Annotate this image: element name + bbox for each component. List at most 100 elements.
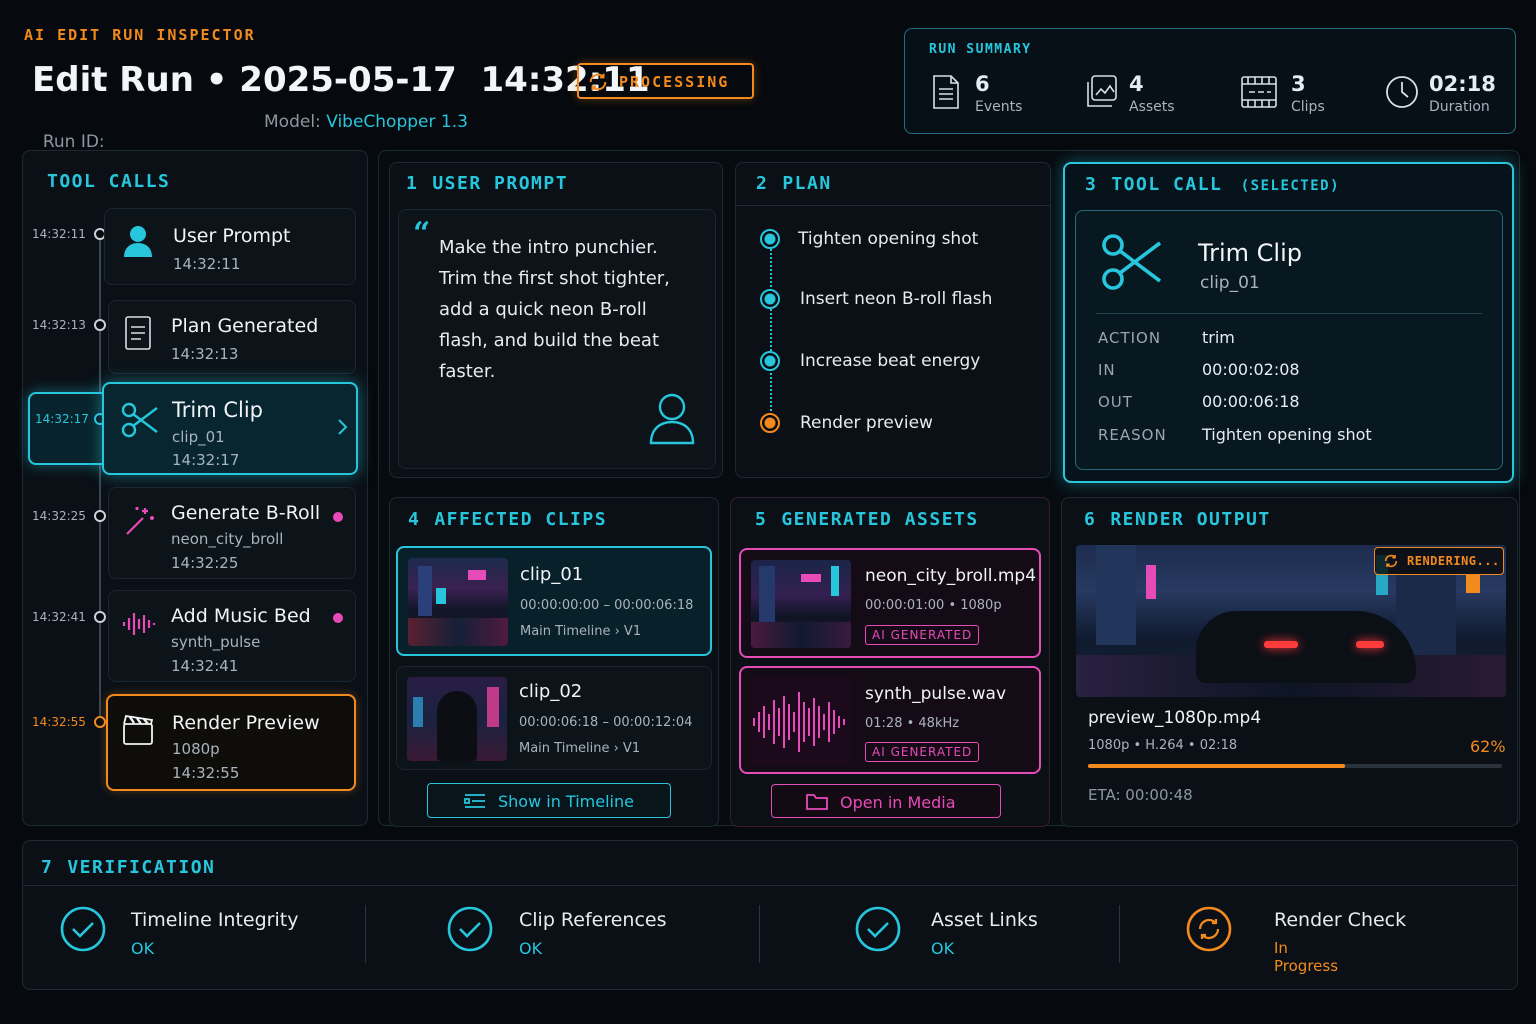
clip-track: Main Timeline	[520, 624, 611, 639]
render-progress-bar	[1088, 764, 1502, 768]
check-circle-icon	[59, 905, 107, 953]
clip-track: Main Timeline	[519, 741, 610, 756]
asset-name: neon_city_broll.mp4	[865, 566, 1037, 586]
step-pending-dot	[760, 413, 780, 433]
panel-title-text: RENDER OUTPUT	[1110, 509, 1271, 530]
step-check-dot	[760, 351, 780, 371]
step-check-dot	[760, 229, 780, 249]
check-name: Timeline Integrity	[131, 909, 299, 931]
model-meta: Model: VibeChopper 1.3	[264, 112, 468, 132]
run-id-label: Run ID:	[42, 132, 105, 152]
neon-sign	[801, 574, 821, 582]
clip-timecode: 00:00:00:00 – 00:00:06:18	[520, 598, 694, 613]
tool-call-detail-title: 3 TOOL CALL (SELECTED)	[1085, 174, 1340, 195]
check-circle-icon	[446, 905, 494, 953]
refresh-icon	[1383, 553, 1399, 569]
timeline-time: 14:32:25	[32, 509, 86, 523]
neon-sign	[468, 570, 486, 580]
tool-call-add-music-bed[interactable]: Add Music Bed synth_pulse 14:32:41	[108, 590, 356, 682]
stat-clips-label: Clips	[1291, 99, 1325, 115]
tool-call-title: Trim Clip	[172, 398, 264, 422]
tool-call-title: Add Music Bed	[171, 605, 311, 627]
tool-call-stamp: 14:32:11	[173, 255, 241, 273]
show-in-timeline-button[interactable]: Show in Timeline	[427, 783, 671, 818]
check-separator	[365, 905, 366, 963]
plan-title: 2 PLAN	[756, 173, 832, 194]
panel-number: 4	[408, 509, 421, 530]
document-icon	[123, 315, 153, 351]
panel-divider	[736, 205, 1050, 206]
street-reflection	[751, 622, 851, 648]
clip-card-clip-01[interactable]: clip_01 00:00:00:00 – 00:00:06:18 Main T…	[396, 546, 712, 656]
clip-card-clip-02[interactable]: clip_02 00:00:06:18 – 00:00:12:04 Main T…	[396, 666, 712, 770]
open-in-media-button[interactable]: Open in Media	[771, 784, 1001, 818]
timeline-time: 14:32:41	[32, 610, 86, 624]
tool-call-render-preview[interactable]: Render Preview 1080p 14:32:55	[106, 694, 356, 791]
asset-card-broll[interactable]: neon_city_broll.mp4 00:00:01:00 • 1080p …	[739, 548, 1041, 658]
render-progress-text: 62%	[1470, 737, 1506, 756]
user-outline-icon	[647, 390, 697, 446]
check-status: In Progress	[1274, 939, 1339, 975]
clip-thumbnail	[408, 558, 508, 646]
field-key: ACTION	[1098, 329, 1162, 347]
timeline-dot	[94, 716, 106, 728]
plan-panel: 2 PLAN Tighten opening shot Insert neon B…	[735, 162, 1051, 478]
status-dot	[333, 613, 343, 623]
stat-events-value: 6	[975, 72, 990, 96]
user-prompt-title: 1 USER PROMPT	[406, 173, 568, 194]
check-separator	[759, 905, 760, 963]
timeline-dot	[94, 611, 106, 623]
tool-call-user-prompt[interactable]: User Prompt 14:32:11	[104, 208, 356, 285]
tool-call-trim-clip[interactable]: Trim Clip clip_01 14:32:17	[102, 382, 358, 475]
model-label: Model:	[264, 112, 321, 132]
check-status: OK	[131, 939, 155, 958]
timeline-line	[99, 234, 101, 724]
tool-call-stamp: 14:32:55	[172, 764, 240, 782]
scissors-icon	[120, 400, 160, 440]
check-name: Asset Links	[931, 909, 1038, 931]
prompt-line: faster.	[439, 361, 496, 382]
tool-call-generate-broll[interactable]: Generate B-Roll neon_city_broll 14:32:25	[108, 487, 356, 579]
panel-title-text: USER PROMPT	[432, 173, 569, 194]
verification-panel: 7 VERIFICATION Timeline Integrity OK Clip…	[22, 840, 1518, 990]
panel-number: 7	[41, 857, 54, 878]
street-reflection	[408, 618, 508, 646]
panel-number: 6	[1084, 509, 1097, 530]
check-circle-icon	[854, 905, 902, 953]
car-taillight	[1356, 641, 1384, 648]
clip-location: Main Timeline › V1	[519, 741, 641, 756]
stat-events-label: Events	[975, 99, 1023, 115]
prompt-line: add a quick neon B-roll	[439, 299, 647, 320]
asset-card-music[interactable]: synth_pulse.wav 01:28 • 48kHz AI GENERAT…	[739, 666, 1041, 774]
tool-call-stamp: 14:32:25	[171, 554, 239, 572]
tool-call-name: Trim Clip	[1198, 239, 1303, 267]
asset-thumbnail	[751, 560, 851, 648]
plan-step-label: Tighten opening shot	[798, 229, 979, 249]
panel-number: 2	[756, 173, 769, 194]
tool-call-plan-generated[interactable]: Plan Generated 14:32:13	[108, 300, 356, 374]
clock-icon	[1385, 73, 1421, 111]
model-name[interactable]: VibeChopper 1.3	[326, 112, 468, 132]
prompt-line: Make the intro punchier.	[439, 237, 658, 258]
plan-step-label: Render preview	[800, 413, 933, 433]
open-in-media-label: Open in Media	[840, 793, 956, 812]
generated-assets-panel: 5 GENERATED ASSETS neon_city_broll.mp4 00…	[730, 497, 1050, 827]
neon-building	[759, 566, 775, 622]
tool-call-detail-panel: 3 TOOL CALL (SELECTED) Trim Clip clip_01 …	[1063, 162, 1514, 483]
folder-icon	[806, 793, 828, 810]
render-preview-frame[interactable]: RENDERING...	[1076, 545, 1506, 697]
run-summary: RUN SUMMARY 6 Events 4 Assets 3 Clips 02…	[904, 28, 1516, 134]
rendering-badge: RENDERING...	[1374, 547, 1504, 575]
tool-call-stamp: 14:32:13	[171, 345, 239, 363]
tool-call-target: clip_01	[1200, 273, 1260, 293]
status-dot	[333, 512, 343, 522]
asset-meta: 00:00:01:00 • 1080p	[865, 598, 1002, 613]
in-progress-icon	[1185, 905, 1233, 953]
neon-building	[418, 566, 432, 616]
asset-meta: 01:28 • 48kHz	[865, 716, 960, 731]
prompt-box: “ Make the intro punchier. Trim the firs…	[398, 209, 716, 469]
field-key: IN	[1098, 361, 1116, 379]
stat-duration-label: Duration	[1429, 99, 1490, 115]
chevron-right-icon[interactable]	[336, 418, 348, 436]
detail-divider	[1096, 313, 1482, 314]
